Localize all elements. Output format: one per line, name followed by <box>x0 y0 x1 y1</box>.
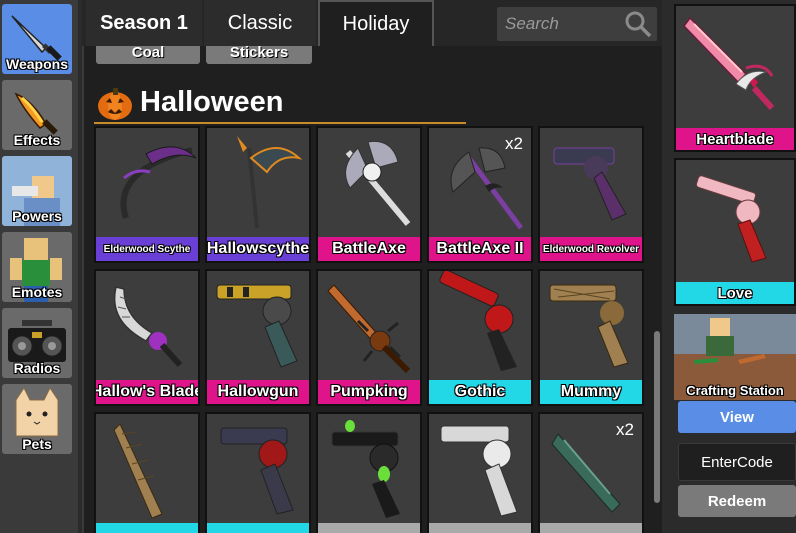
item-card[interactable]: x2 <box>538 412 644 533</box>
sidebar-item-effects[interactable]: Effects <box>2 80 72 150</box>
tab-label: Holiday <box>342 12 410 35</box>
skeleton-gun-image <box>440 425 518 517</box>
item-name: Hallowscythe <box>207 237 309 261</box>
battleaxe-image <box>345 140 411 226</box>
alien-gun-image <box>331 420 400 518</box>
item-name <box>318 523 420 533</box>
sidebar-item-radios[interactable]: Radios <box>2 308 72 378</box>
sidebar-item-label: Effects <box>13 132 61 148</box>
equipped-knife-name: Heartblade <box>676 128 794 150</box>
elderwood-revolver-image <box>553 147 627 221</box>
item-card[interactable] <box>205 412 311 533</box>
item-name: Hallow's Blade <box>96 380 198 404</box>
item-name: Mummy <box>540 380 642 404</box>
tab-classic[interactable]: Classic <box>204 0 316 46</box>
item-name: BattleAxe <box>318 237 420 261</box>
mummy-knife-image <box>113 423 163 519</box>
item-card[interactable]: Hallowgun <box>205 269 311 406</box>
subtab-coal[interactable]: Coal <box>96 46 200 64</box>
crafting-station-title: Crafting Station <box>686 383 784 398</box>
enter-code-input[interactable]: EnterCode <box>678 443 796 481</box>
hallowgun-image <box>216 284 298 368</box>
item-card[interactable]: Elderwood Scythe <box>94 126 200 263</box>
sidebar-item-weapons[interactable]: Weapons <box>2 4 72 74</box>
sidebar-item-label: Powers <box>12 208 62 224</box>
love-gun-image <box>695 175 767 263</box>
equipped-gun-name: Love <box>676 282 794 304</box>
button-label: View <box>720 408 754 426</box>
scrollbar-thumb[interactable] <box>654 331 660 503</box>
tab-label: Season 1 <box>100 11 188 34</box>
mummy-gun-image <box>549 284 629 368</box>
inventory-screen: Weapons Effects Powers Emotes Radios Pet… <box>0 0 796 533</box>
item-browser: Season 1 Classic Holiday Coal Stickers <box>82 0 662 533</box>
item-card[interactable] <box>94 412 200 533</box>
item-quantity: x2 <box>616 420 634 439</box>
category-sidebar: Weapons Effects Powers Emotes Radios Pet… <box>0 0 78 533</box>
hallows-blade-image <box>113 286 183 368</box>
crafting-station-panel: Crafting Station <box>674 314 796 400</box>
item-name <box>429 523 531 533</box>
tab-holiday[interactable]: Holiday <box>318 0 434 46</box>
search-icon[interactable] <box>623 9 653 39</box>
item-name <box>540 523 642 533</box>
item-card[interactable] <box>316 412 422 533</box>
item-card[interactable]: BattleAxe <box>316 126 422 263</box>
equipped-knife-slot[interactable]: Heartblade <box>674 4 796 152</box>
item-name: Elderwood Scythe <box>96 237 198 261</box>
section-title: Halloween <box>140 86 284 118</box>
item-card[interactable]: Elderwood Revolver <box>538 126 644 263</box>
gothic-revolver-image <box>220 427 294 515</box>
pumpking-image <box>327 284 411 374</box>
equipped-panel: Heartblade Love Crafting Station View En… <box>666 0 796 533</box>
item-name: Pumpking <box>318 380 420 404</box>
item-grid-area: Coal Stickers Halloween Elderwood Scythe <box>82 46 662 533</box>
tab-bar: Season 1 Classic Holiday <box>82 0 662 46</box>
pumpkin-icon <box>98 88 132 120</box>
item-card[interactable]: x2 BattleAxe II <box>427 126 533 263</box>
item-card[interactable]: Gothic <box>427 269 533 406</box>
gothic-gun-image <box>439 271 517 371</box>
subtab-label: Coal <box>131 46 165 61</box>
heartblade-image <box>683 16 775 111</box>
sidebar-item-pets[interactable]: Pets <box>2 384 72 454</box>
item-card[interactable]: Pumpking <box>316 269 422 406</box>
item-name <box>96 523 198 533</box>
item-quantity: x2 <box>505 134 523 153</box>
item-name: BattleAxe II <box>429 237 531 261</box>
item-name: Elderwood Revolver <box>540 237 642 261</box>
item-name: Gothic <box>429 380 531 404</box>
sidebar-item-powers[interactable]: Powers <box>2 156 72 226</box>
redeem-button[interactable]: Redeem <box>678 485 796 517</box>
item-card[interactable]: Hallowscythe <box>205 126 311 263</box>
equipped-gun-slot[interactable]: Love <box>674 158 796 306</box>
subtab-label: Stickers <box>229 46 289 61</box>
item-card[interactable]: Mummy <box>538 269 644 406</box>
view-crafting-button[interactable]: View <box>678 401 796 433</box>
search-input[interactable] <box>497 14 617 34</box>
elderwood-scythe-image <box>120 146 197 219</box>
input-placeholder: EnterCode <box>701 453 773 471</box>
sidebar-item-label: Radios <box>13 360 61 376</box>
section-divider <box>94 122 466 124</box>
search-box <box>497 7 657 41</box>
tab-season-1[interactable]: Season 1 <box>86 0 202 46</box>
hallowscythe-image <box>237 136 303 229</box>
sidebar-item-label: Pets <box>22 436 52 452</box>
item-name: Hallowgun <box>207 380 309 404</box>
sidebar-item-label: Weapons <box>6 56 68 72</box>
item-card[interactable] <box>427 412 533 533</box>
sidebar-item-label: Emotes <box>11 284 63 300</box>
tab-label: Classic <box>227 11 293 34</box>
button-label: Redeem <box>707 492 767 510</box>
item-name <box>207 523 309 533</box>
item-card[interactable]: Hallow's Blade <box>94 269 200 406</box>
subtab-stickers[interactable]: Stickers <box>206 46 312 64</box>
sidebar-item-emotes[interactable]: Emotes <box>2 232 72 302</box>
